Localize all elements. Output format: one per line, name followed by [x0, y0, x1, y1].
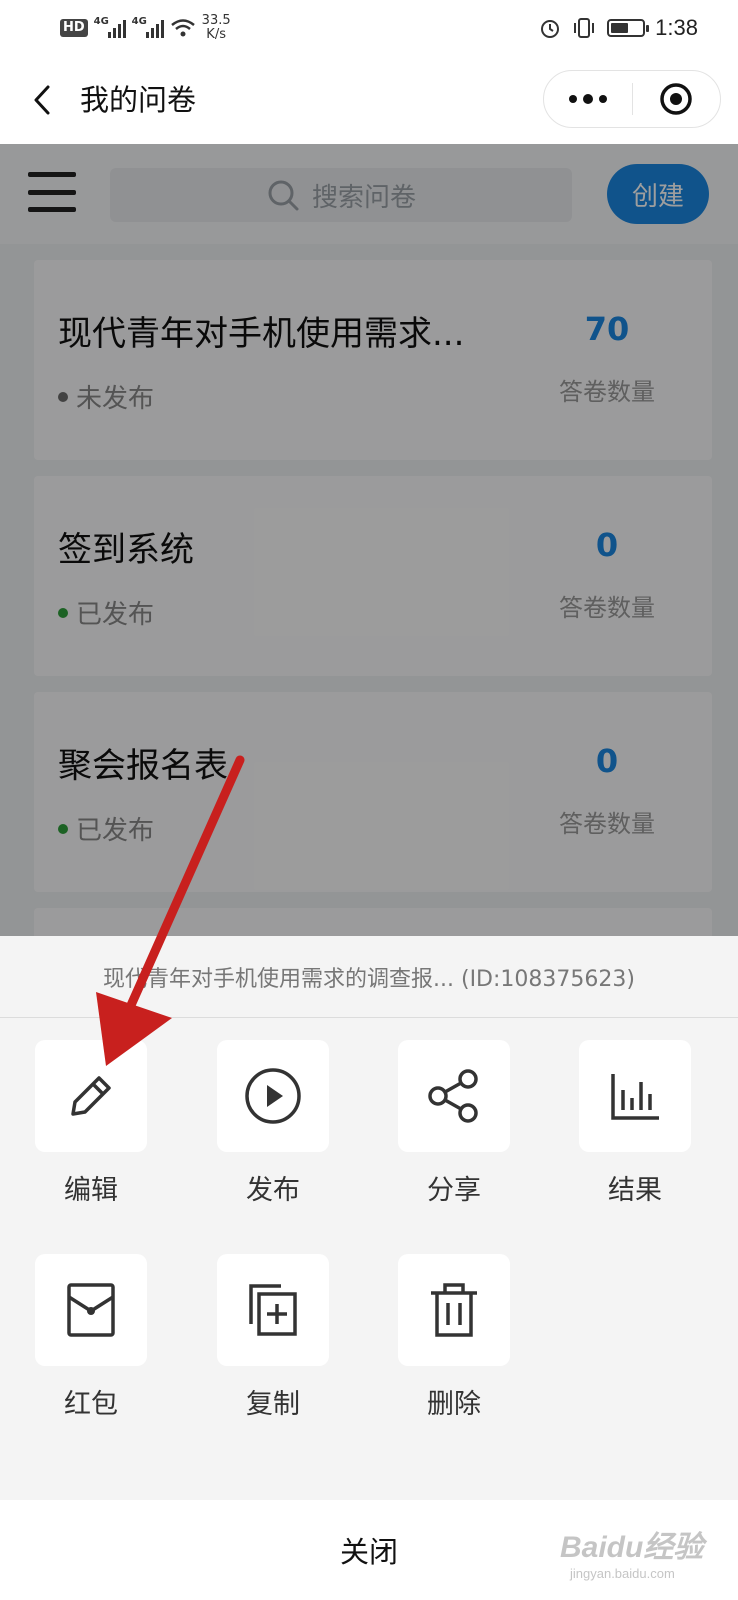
hd-icon: HD: [60, 19, 88, 37]
network-type-label: 4G: [131, 16, 147, 27]
close-miniprogram-button[interactable]: [633, 71, 721, 127]
page-title: 我的问卷: [80, 83, 197, 117]
copy-tile[interactable]: [217, 1254, 329, 1366]
share-action[interactable]: 分享: [397, 1040, 511, 1208]
results-action[interactable]: 结果: [578, 1040, 692, 1208]
watermark-brand: Baidu经验: [560, 1531, 704, 1564]
miniprogram-capsule: [543, 70, 721, 128]
red-envelope-tile[interactable]: [35, 1254, 147, 1366]
share-tile[interactable]: [398, 1040, 510, 1152]
red-envelope-action[interactable]: 红包: [34, 1254, 148, 1422]
action-label: 复制: [246, 1389, 300, 1420]
speed-value: 33.5: [201, 13, 231, 28]
more-options-button[interactable]: [544, 71, 632, 127]
copy-action[interactable]: 复制: [216, 1254, 330, 1422]
speed-unit: K/s: [206, 27, 226, 42]
trash-icon: [431, 1283, 477, 1337]
network-speed: 33.5 K/s: [202, 14, 231, 42]
more-dots-icon: [568, 94, 607, 104]
action-label: 结果: [608, 1175, 662, 1206]
share-icon: [428, 1069, 478, 1123]
pencil-icon: [71, 1076, 111, 1116]
play-circle-icon: [245, 1068, 301, 1124]
signal-icon: 4G: [93, 16, 126, 38]
signal-icon-secondary: 4G: [131, 16, 164, 38]
battery-icon: [607, 19, 650, 37]
red-envelope-icon: [67, 1283, 115, 1337]
edit-tile[interactable]: [35, 1040, 147, 1152]
action-label: 发布: [246, 1175, 300, 1206]
baidu-watermark: Baidu经验 jingyan.baidu.com: [560, 1522, 703, 1581]
action-label: 分享: [427, 1175, 481, 1206]
vibrate-icon: [574, 18, 595, 38]
action-label: 删除: [427, 1389, 481, 1420]
delete-tile[interactable]: [398, 1254, 510, 1366]
publish-tile[interactable]: [217, 1040, 329, 1152]
network-type-label: 4G: [93, 16, 109, 27]
clock: 1:38: [655, 15, 698, 40]
nav-bar: 我的问卷: [0, 56, 738, 144]
back-button[interactable]: [22, 78, 62, 122]
battery-level: [611, 23, 629, 33]
publish-action[interactable]: 发布: [216, 1040, 330, 1208]
wifi-icon: [170, 19, 195, 37]
copy-icon: [249, 1284, 297, 1336]
action-sheet: 现代青年对手机使用需求的调查报... (ID:108375623) 编辑 发布: [0, 936, 738, 1600]
action-label: 编辑: [64, 1175, 118, 1206]
action-label: 红包: [64, 1389, 118, 1420]
edit-action[interactable]: 编辑: [34, 1040, 148, 1208]
chevron-left-icon: [34, 85, 50, 115]
results-tile[interactable]: [579, 1040, 691, 1152]
bar-chart-icon: [611, 1074, 659, 1120]
alarm-icon: [541, 20, 560, 38]
status-bar: HD 4G 4G 33.5 K/s 1:38: [0, 0, 738, 56]
action-sheet-title: 现代青年对手机使用需求的调查报... (ID:108375623): [0, 936, 738, 1018]
watermark-url: jingyan.baidu.com: [570, 1566, 675, 1581]
target-circle-icon: [660, 83, 692, 115]
modal-backdrop[interactable]: [0, 144, 738, 936]
delete-action[interactable]: 删除: [397, 1254, 511, 1422]
